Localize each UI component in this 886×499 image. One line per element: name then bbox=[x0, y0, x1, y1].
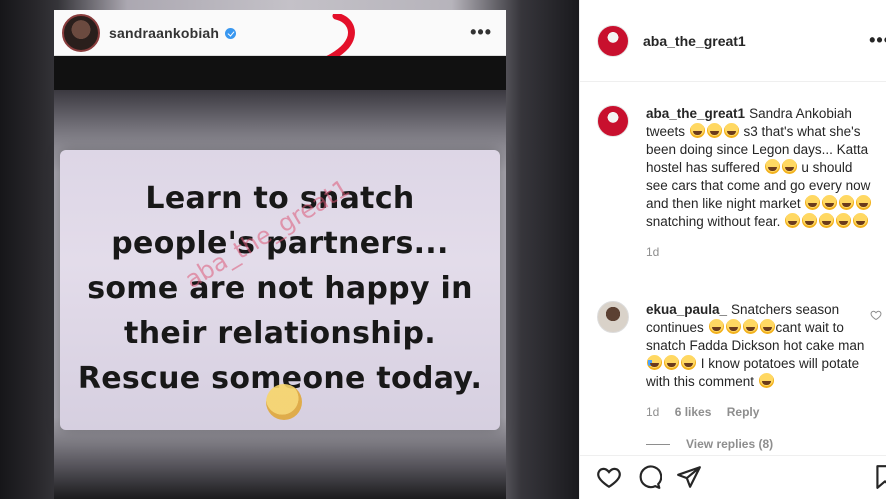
comment-time[interactable]: 1d bbox=[646, 405, 659, 419]
commenter-avatar[interactable] bbox=[597, 301, 629, 333]
quote-line: their relationship. bbox=[124, 316, 436, 351]
post-media[interactable]: sandraankobiah ••• Learn to snatch peopl… bbox=[0, 0, 579, 499]
joy-emoji-icon bbox=[802, 213, 818, 228]
caption-meta: 1d bbox=[646, 243, 876, 261]
view-replies-label: View replies (8) bbox=[686, 437, 774, 451]
joy-emoji-icon bbox=[759, 319, 775, 334]
author-avatar[interactable] bbox=[597, 24, 629, 57]
embedded-username: sandraankobiah bbox=[109, 24, 220, 41]
embedded-more-icon: ••• bbox=[470, 22, 492, 42]
heart-icon[interactable] bbox=[596, 464, 622, 490]
caption-text: aba_the_great1 Sandra Ankobiah tweets s3 … bbox=[646, 105, 876, 231]
joy-emoji-icon bbox=[742, 319, 758, 334]
view-replies-line bbox=[646, 443, 670, 445]
comment-icon[interactable] bbox=[636, 464, 662, 490]
joy-emoji-icon bbox=[805, 195, 821, 210]
joy-emoji-icon bbox=[785, 213, 801, 228]
comment-username[interactable]: ekua_paula_ bbox=[646, 302, 727, 317]
comment-item: ekua_paula_ Snatchers season continues ca… bbox=[597, 301, 886, 421]
joy-emoji-icon bbox=[681, 355, 696, 370]
verified-badge-icon bbox=[225, 28, 237, 39]
embedded-avatar bbox=[62, 13, 100, 52]
share-icon[interactable] bbox=[676, 464, 702, 490]
author-username[interactable]: aba_the_great1 bbox=[643, 33, 746, 49]
quote-line: some are not happy in bbox=[87, 271, 473, 306]
bookmark-icon[interactable] bbox=[872, 464, 886, 490]
caption-body: aba_the_great1 Sandra Ankobiah tweets s3 … bbox=[646, 105, 876, 261]
joy-emoji-icon bbox=[764, 159, 780, 174]
comment-like-heart-icon[interactable] bbox=[870, 309, 882, 321]
joy-emoji-icon bbox=[836, 213, 852, 228]
comment-text: ekua_paula_ Snatchers season continues ca… bbox=[646, 301, 876, 391]
caption-time[interactable]: 1d bbox=[646, 245, 659, 259]
joy-emoji-icon bbox=[853, 213, 869, 228]
rofl-emoji-icon bbox=[758, 373, 774, 388]
comment-text-segment: snatching without fear. bbox=[646, 214, 785, 229]
joy-emoji-icon bbox=[781, 159, 797, 174]
post-side-panel: aba_the_great1 ••• aba_the_great1Sandra … bbox=[579, 0, 886, 499]
post-actions bbox=[580, 455, 886, 499]
joy-emoji-icon bbox=[708, 319, 724, 334]
joy-emoji-icon bbox=[689, 123, 705, 138]
embedded-image: Learn to snatch people's partners... som… bbox=[54, 90, 506, 499]
view-replies-button[interactable]: View replies (8) bbox=[646, 437, 773, 451]
embedded-dark-band bbox=[54, 56, 506, 90]
caption-avatar[interactable] bbox=[597, 105, 629, 137]
comment-meta: 1d 6 likes Reply bbox=[646, 403, 876, 421]
comment-body: ekua_paula_ Snatchers season continues ca… bbox=[646, 301, 876, 421]
post-header: aba_the_great1 ••• bbox=[580, 0, 886, 82]
more-horizontal-icon[interactable]: ••• bbox=[869, 30, 886, 51]
joy-emoji-icon bbox=[839, 195, 855, 210]
joy-emoji-icon bbox=[706, 123, 722, 138]
joy-emoji-icon bbox=[664, 355, 679, 370]
joy-emoji-icon bbox=[819, 213, 835, 228]
comment-likes[interactable]: 6 likes bbox=[675, 405, 712, 419]
wink-emoji-icon bbox=[266, 384, 302, 420]
smile-emoji-icon bbox=[647, 355, 662, 370]
joy-emoji-icon bbox=[856, 195, 872, 210]
embedded-screenshot: sandraankobiah ••• Learn to snatch peopl… bbox=[54, 10, 506, 499]
comment-username[interactable]: aba_the_great1 bbox=[646, 106, 745, 121]
reply-button[interactable]: Reply bbox=[727, 405, 760, 419]
joy-emoji-icon bbox=[723, 123, 739, 138]
joy-emoji-icon bbox=[822, 195, 838, 210]
caption-comment: aba_the_great1 Sandra Ankobiah tweets s3 … bbox=[597, 105, 886, 261]
quote-card: Learn to snatch people's partners... som… bbox=[60, 150, 500, 430]
joy-emoji-icon bbox=[725, 319, 741, 334]
